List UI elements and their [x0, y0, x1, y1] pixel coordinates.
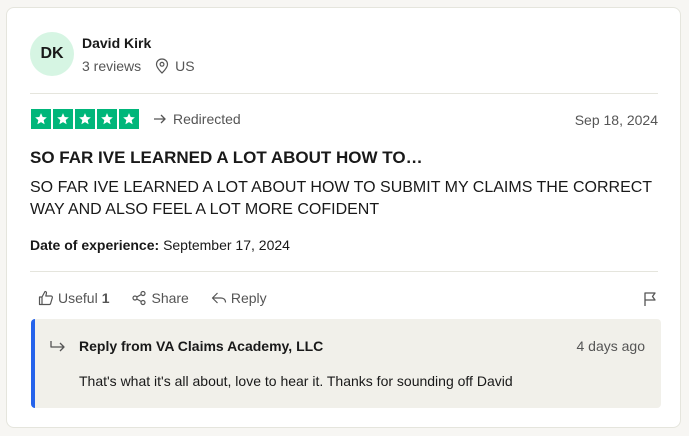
reply-from: Reply from VA Claims Academy, LLC — [79, 338, 324, 354]
review-actions: Useful 1 Share Reply — [38, 290, 289, 306]
location-pin-icon — [156, 58, 169, 74]
review-count: 3 reviews — [82, 58, 142, 74]
experience-date: September 17, 2024 — [163, 237, 290, 253]
avatar-initials: DK — [40, 45, 64, 62]
star-icon — [31, 109, 51, 129]
reply-text: That's what it's all about, love to hear… — [79, 373, 513, 389]
star-icon — [53, 109, 73, 129]
useful-count: 1 — [101, 290, 110, 306]
star-icon — [119, 109, 139, 129]
date-of-experience: Date of experience: September 17, 2024 — [30, 237, 290, 253]
redirected-label[interactable]: Redirected — [153, 111, 241, 127]
divider — [30, 93, 658, 94]
review-title[interactable]: SO FAR IVE LEARNED A LOT ABOUT HOW TO… — [30, 148, 423, 168]
reviewer-meta: 3 reviews US — [82, 58, 195, 74]
redirect-arrow-icon — [154, 114, 166, 124]
reply-button[interactable]: Reply — [211, 290, 267, 306]
review-card: DK David Kirk 3 reviews US Redirected Se… — [6, 7, 681, 428]
report-flag-button[interactable] — [642, 291, 658, 312]
share-icon — [132, 290, 147, 306]
reviewer-name[interactable]: David Kirk — [82, 35, 151, 51]
share-label: Share — [151, 290, 189, 306]
thumbs-up-icon — [38, 290, 53, 306]
review-body: SO FAR IVE LEARNED A LOT ABOUT HOW TO SU… — [30, 179, 652, 218]
company-reply: Reply from VA Claims Academy, LLC 4 days… — [31, 319, 661, 408]
flag-icon — [644, 292, 656, 306]
share-button[interactable]: Share — [131, 290, 189, 306]
useful-button[interactable]: Useful 1 — [38, 290, 109, 306]
redirected-text: Redirected — [173, 111, 241, 127]
useful-label: Useful — [58, 290, 98, 306]
experience-label: Date of experience: — [30, 237, 160, 253]
reply-date: 4 days ago — [576, 338, 646, 354]
avatar[interactable]: DK — [30, 32, 74, 76]
review-date: Sep 18, 2024 — [574, 112, 658, 128]
reply-arrow-icon — [50, 341, 65, 352]
reply-label: Reply — [230, 290, 267, 306]
star-rating — [31, 109, 139, 129]
reply-icon — [211, 292, 226, 304]
star-icon — [97, 109, 117, 129]
reviewer-country: US — [175, 58, 195, 74]
divider — [30, 271, 658, 272]
star-icon — [75, 109, 95, 129]
